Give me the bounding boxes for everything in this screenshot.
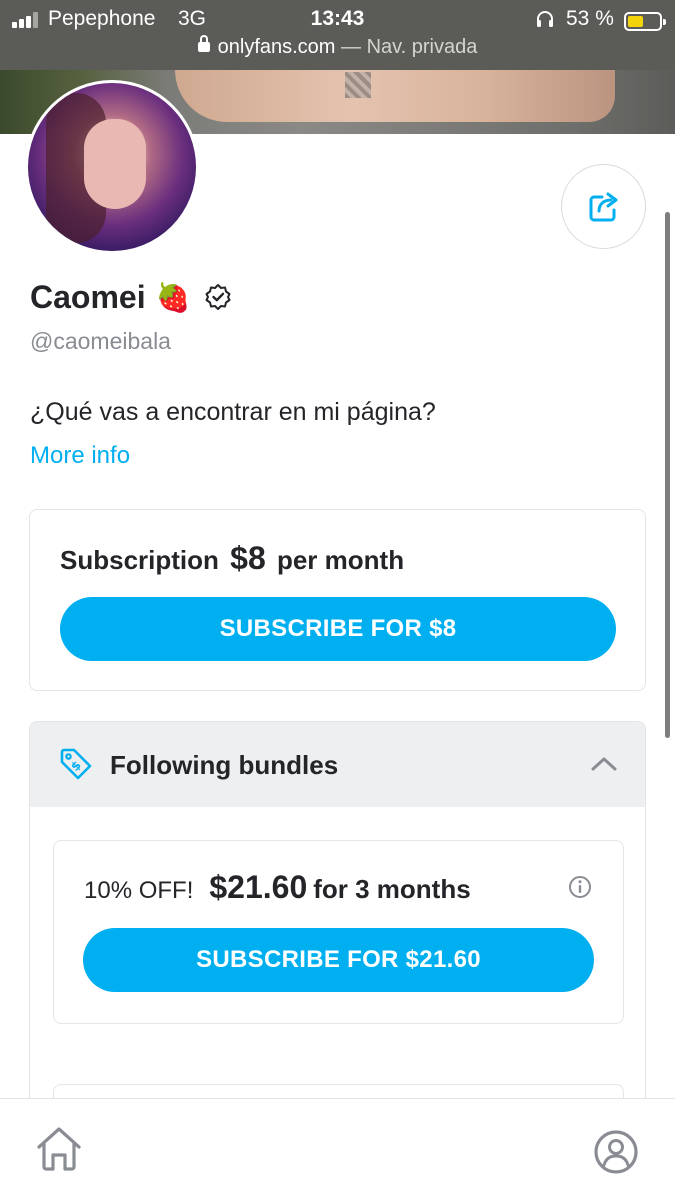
verified-badge-icon: [205, 284, 231, 310]
profile-handle: @caomeibala: [30, 328, 171, 354]
url-domain: onlyfans.com: [217, 36, 336, 58]
subscription-price: $8: [230, 540, 266, 576]
bundle-period: for 3 months: [313, 874, 471, 904]
profile-name: Caomei: [30, 278, 146, 315]
subscription-prefix: Subscription: [60, 545, 219, 575]
browser-top-bar: Pepephone 3G 13:43 53 % onlyfans.com — N…: [0, 0, 675, 70]
price-tag-icon: $: [60, 748, 92, 780]
profile-icon[interactable]: [593, 1129, 639, 1175]
profile-name-row: Caomei 🍓: [30, 276, 232, 318]
page-scrollbar[interactable]: [665, 212, 670, 738]
subscription-card: Subscription $8 per month SUBSCRIBE FOR …: [29, 509, 646, 691]
lock-icon: [197, 35, 210, 52]
battery-icon: [624, 12, 666, 31]
headphones-icon: [537, 11, 553, 27]
subscription-price-label: Subscription $8 per month: [60, 540, 404, 577]
private-mode-label: — Nav. privada: [335, 36, 478, 58]
share-button[interactable]: [561, 164, 646, 249]
bundle-discount: 10% OFF!: [84, 877, 194, 904]
home-icon[interactable]: [34, 1125, 84, 1173]
profile-about: ¿Qué vas a encontrar en mi página?: [30, 398, 436, 426]
share-icon: [589, 192, 618, 222]
bottom-navigation: [0, 1098, 675, 1200]
bundle-subscribe-button[interactable]: SUBSCRIBE FOR $21.60: [83, 928, 594, 992]
more-info-link[interactable]: More info: [30, 442, 130, 470]
bundle-card: 10% OFF! $21.60 for 3 months SUBSCRIBE FOR…: [53, 840, 624, 1024]
info-icon[interactable]: [568, 875, 592, 899]
bundle-offer-line: 10% OFF! $21.60 for 3 months: [84, 869, 471, 906]
strawberry-emoji: 🍓: [155, 281, 191, 313]
subscribe-button[interactable]: SUBSCRIBE FOR $8: [60, 597, 616, 661]
battery-percent: 53 %: [566, 7, 614, 30]
bundles-title: Following bundles: [110, 750, 339, 780]
address-bar[interactable]: onlyfans.com — Nav. privada: [0, 35, 675, 59]
bundles-header[interactable]: $ Following bundles: [30, 722, 645, 807]
chevron-up-icon[interactable]: [590, 754, 618, 774]
status-bar: Pepephone 3G 13:43 53 %: [0, 6, 675, 32]
avatar[interactable]: [25, 80, 199, 254]
bundle-price: $21.60: [209, 869, 308, 905]
subscription-suffix: per month: [276, 545, 405, 575]
bundles-section: $ Following bundles 10% OFF! $21.60 for 3 …: [29, 721, 646, 1141]
